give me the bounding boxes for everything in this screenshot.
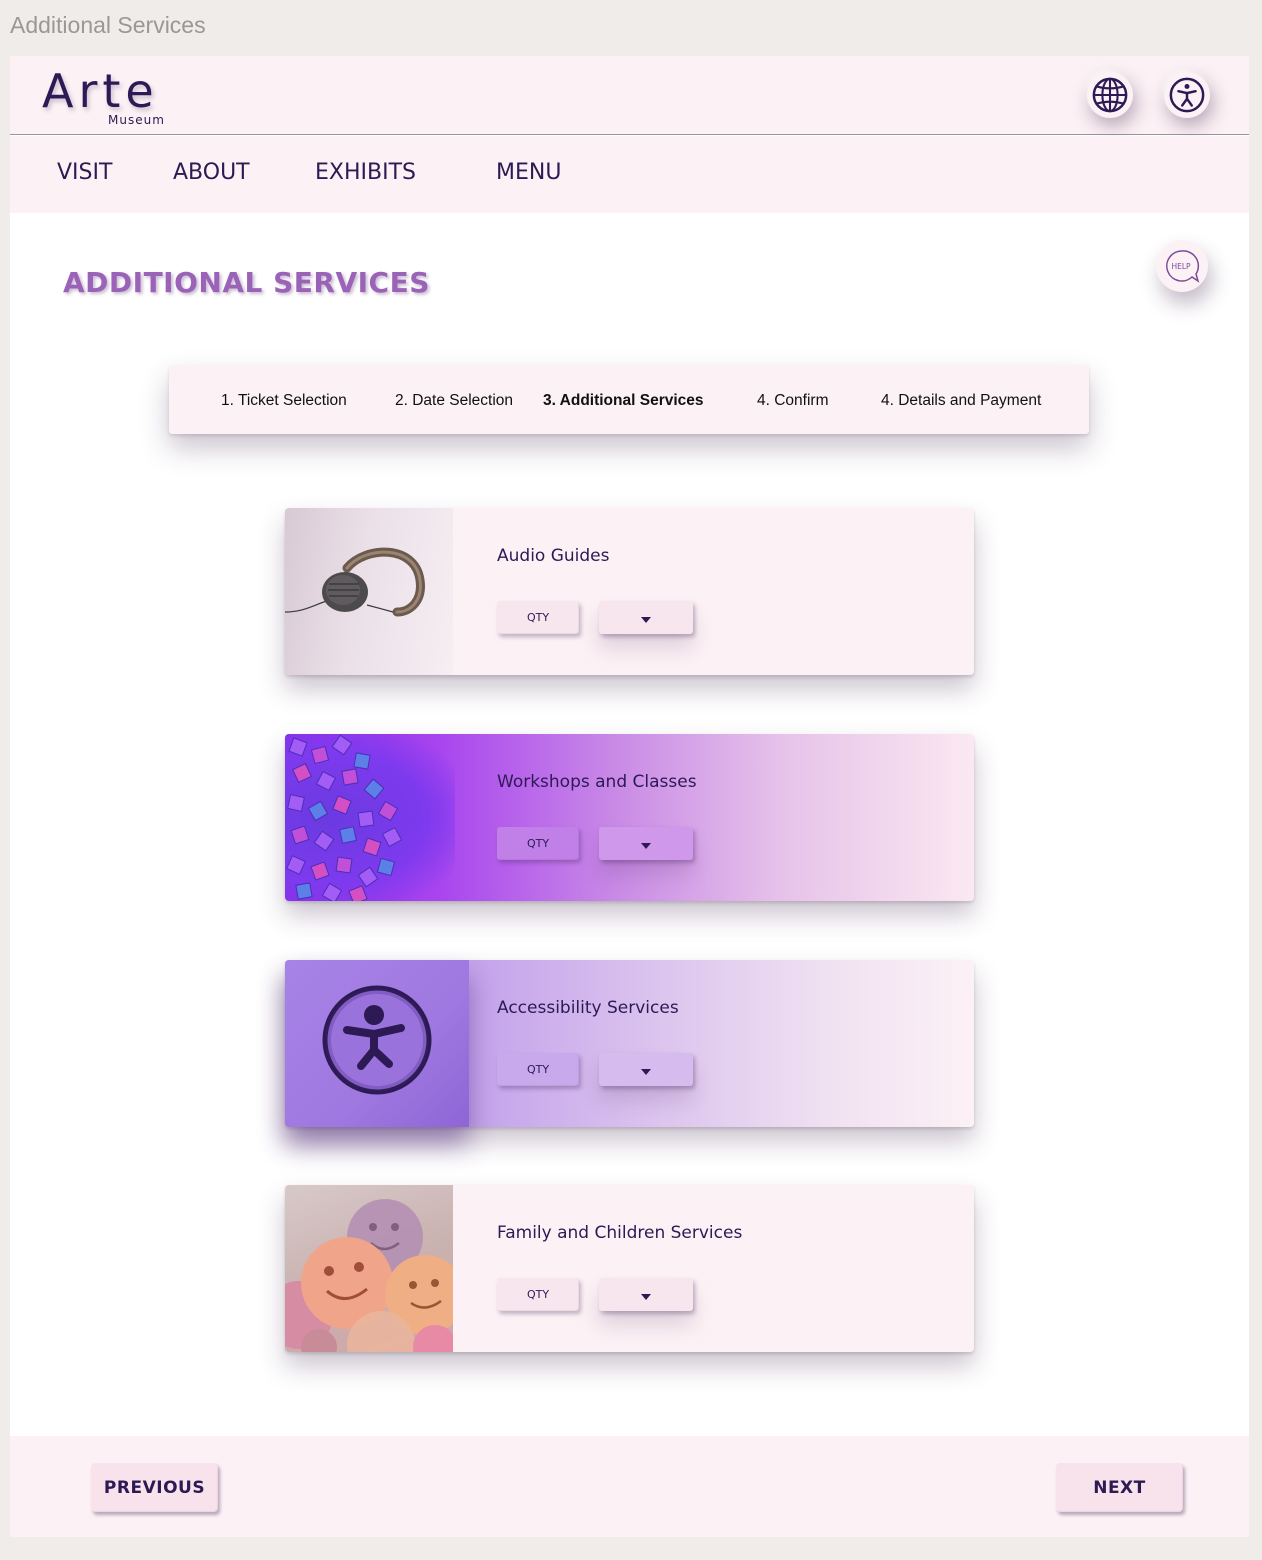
next-button[interactable]: NEXT bbox=[1056, 1463, 1183, 1512]
qty-button[interactable]: QTY bbox=[497, 827, 579, 860]
step-confirm[interactable]: 4. Confirm bbox=[757, 392, 829, 410]
step-details-payment[interactable]: 4. Details and Payment bbox=[881, 392, 1041, 410]
service-card-accessibility: Accessibility Services QTY bbox=[285, 960, 974, 1127]
service-card-workshops: Workshops and Classes QTY bbox=[285, 734, 974, 901]
nav-menu[interactable]: MENU bbox=[496, 160, 561, 185]
accessibility-icon bbox=[1169, 77, 1205, 113]
qty-dropdown[interactable] bbox=[599, 827, 693, 860]
service-title: Workshops and Classes bbox=[497, 772, 697, 792]
footer: PREVIOUS NEXT bbox=[10, 1436, 1249, 1537]
main-nav: VISIT ABOUT EXHIBITS MENU bbox=[10, 136, 1249, 213]
qty-dropdown[interactable] bbox=[599, 1053, 693, 1086]
qty-button[interactable]: QTY bbox=[497, 1053, 579, 1086]
accessibility-image bbox=[285, 960, 469, 1127]
previous-button[interactable]: PREVIOUS bbox=[91, 1463, 218, 1512]
qty-dropdown[interactable] bbox=[599, 601, 693, 634]
service-title: Accessibility Services bbox=[497, 998, 679, 1018]
logo-subtitle: Museum bbox=[108, 113, 165, 127]
page-title: ADDITIONAL SERVICES bbox=[63, 266, 430, 299]
nav-about[interactable]: ABOUT bbox=[173, 160, 250, 185]
chevron-down-icon bbox=[641, 616, 651, 623]
nav-exhibits[interactable]: EXHIBITS bbox=[315, 160, 416, 185]
language-button[interactable] bbox=[1087, 72, 1133, 118]
step-additional-services[interactable]: 3. Additional Services bbox=[543, 392, 704, 410]
service-title: Audio Guides bbox=[497, 546, 610, 566]
chevron-down-icon bbox=[641, 1293, 651, 1300]
service-card-family: Family and Children Services QTY bbox=[285, 1185, 974, 1352]
chevron-down-icon bbox=[641, 842, 651, 849]
help-button[interactable]: HELP bbox=[1156, 240, 1208, 292]
headphones-image bbox=[285, 508, 453, 675]
purple-cubes-image bbox=[285, 734, 455, 901]
accessibility-button[interactable] bbox=[1164, 72, 1210, 118]
qty-dropdown[interactable] bbox=[599, 1278, 693, 1311]
globe-icon bbox=[1092, 77, 1128, 113]
logo-text: Arte bbox=[42, 64, 159, 118]
chevron-down-icon bbox=[641, 1068, 651, 1075]
step-date-selection[interactable]: 2. Date Selection bbox=[395, 392, 513, 410]
header: Arte Museum bbox=[10, 56, 1249, 135]
checkout-stepper: 1. Ticket Selection 2. Date Selection 3.… bbox=[169, 365, 1089, 434]
step-ticket-selection[interactable]: 1. Ticket Selection bbox=[221, 392, 347, 410]
service-card-audio-guides: Audio Guides QTY bbox=[285, 508, 974, 675]
qty-button[interactable]: QTY bbox=[497, 1278, 579, 1311]
nav-visit[interactable]: VISIT bbox=[57, 160, 112, 185]
service-title: Family and Children Services bbox=[497, 1223, 743, 1243]
help-chat-icon: HELP bbox=[1166, 250, 1200, 283]
help-label: HELP bbox=[1171, 262, 1191, 271]
window-title: Additional Services bbox=[10, 12, 206, 38]
qty-button[interactable]: QTY bbox=[497, 601, 579, 634]
smiley-balloons-image bbox=[285, 1185, 453, 1352]
page: Arte Museum VISIT ABOUT EXHIBITS MENU AD… bbox=[10, 56, 1249, 1537]
